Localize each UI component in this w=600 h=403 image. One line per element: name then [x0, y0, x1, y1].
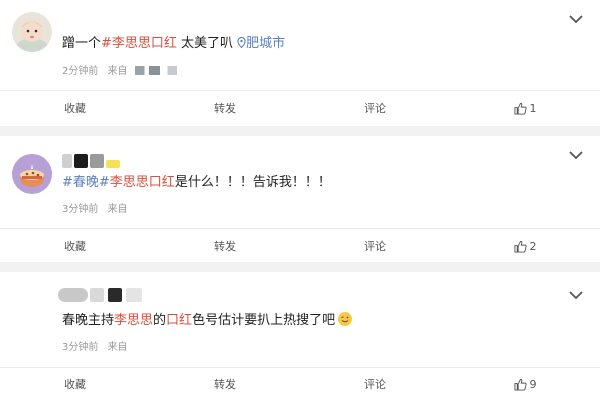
like-count: 2: [529, 239, 537, 253]
post-source: 来自: [107, 342, 128, 353]
comment-button[interactable]: 评论: [300, 231, 450, 261]
post-time: 2分钟前: [62, 66, 99, 77]
like-count: 1: [529, 101, 537, 115]
content-prefix: 蹭一个: [62, 36, 102, 51]
thumbs-up-icon: [513, 240, 527, 253]
post-source: 来自: [107, 204, 128, 215]
hashtag-link[interactable]: #李思思口红: [101, 36, 177, 51]
comment-text: 春晚主持李思思的口红色号估计要扒上热搜了吧: [62, 312, 353, 330]
post-meta: 2分钟前 来自: [62, 62, 189, 77]
favorite-button[interactable]: 收藏: [0, 231, 150, 261]
comment-text: 蹭一个#李思思口红 太美了叭 肥城市: [62, 35, 285, 53]
repost-button[interactable]: 转发: [150, 93, 300, 123]
divider: [0, 367, 600, 368]
favorite-button[interactable]: 收藏: [0, 369, 150, 399]
comment-button[interactable]: 评论: [300, 369, 450, 399]
weibo-comment-2: #春晚#李思思口红是什么！！！告诉我！！！ 3分钟前 来自 收藏 转发 评论 2: [0, 136, 600, 262]
favorite-button[interactable]: 收藏: [0, 93, 150, 123]
avatar[interactable]: [12, 12, 52, 52]
blur-part: [90, 154, 104, 168]
wink-emoji-icon: [338, 312, 353, 326]
post-meta: 3分钟前 来自: [62, 200, 128, 215]
content-suffix: 是什么！！！告诉我！！！: [174, 175, 331, 190]
location-text: 肥城市: [246, 36, 286, 51]
comment-text: #春晚#李思思口红是什么！！！告诉我！！！: [62, 174, 331, 192]
username-blurred[interactable]: [58, 288, 148, 302]
content-a: 春晚主持: [62, 313, 115, 328]
thumbs-up-icon: [513, 102, 527, 115]
blur-part: [62, 154, 72, 168]
avatar-baby-image: [12, 12, 52, 52]
blur-part: [58, 288, 88, 302]
post-meta: 3分钟前 来自: [62, 338, 128, 353]
chevron-down-icon[interactable]: [568, 290, 584, 300]
chevron-down-icon[interactable]: [568, 150, 584, 160]
location-icon: [237, 36, 246, 49]
action-bar: 收藏 转发 评论 9: [0, 369, 600, 399]
like-count: 9: [529, 377, 537, 391]
blur-part: [126, 288, 142, 302]
source-blur: [134, 66, 189, 75]
like-button[interactable]: 2: [450, 231, 600, 261]
like-button[interactable]: 9: [450, 369, 600, 399]
repost-button[interactable]: 转发: [150, 231, 300, 261]
content-b: 的: [153, 313, 167, 328]
weibo-comment-3: 春晚主持李思思的口红色号估计要扒上热搜了吧 3分钟前 来自 收藏 转发 评论 9: [0, 272, 600, 403]
action-bar: 收藏 转发 评论 1: [0, 93, 600, 123]
divider: [0, 228, 600, 229]
action-bar: 收藏 转发 评论 2: [0, 231, 600, 261]
weibo-comment-1: 蹭一个#李思思口红 太美了叭 肥城市 2分钟前 来自 收藏 转发 评论 1: [0, 0, 600, 126]
divider: [0, 90, 600, 91]
avatar-cake-image: [12, 154, 52, 194]
username-blurred[interactable]: [62, 154, 126, 168]
post-time: 3分钟前: [62, 342, 99, 353]
thumbs-up-icon: [513, 378, 527, 391]
content-suffix: 太美了叭: [176, 36, 234, 51]
mention-lipstick[interactable]: 口红: [166, 313, 192, 328]
blur-part: [74, 154, 88, 168]
mention-name[interactable]: 李思思: [114, 313, 153, 328]
blur-part: [90, 288, 104, 302]
post-time: 3分钟前: [62, 204, 99, 215]
location-link[interactable]: 肥城市: [237, 36, 285, 51]
hashtag-link[interactable]: #春晚#: [62, 175, 110, 190]
blur-part: [106, 160, 120, 168]
content-c: 色号估计要扒上热搜了吧: [192, 313, 336, 328]
hashtag-link[interactable]: 李思思口红: [110, 175, 175, 190]
repost-button[interactable]: 转发: [150, 369, 300, 399]
blur-part: [108, 288, 122, 302]
avatar[interactable]: [12, 154, 52, 194]
chevron-down-icon[interactable]: [568, 14, 584, 24]
post-source: 来自: [107, 66, 128, 77]
like-button[interactable]: 1: [450, 93, 600, 123]
comment-button[interactable]: 评论: [300, 93, 450, 123]
